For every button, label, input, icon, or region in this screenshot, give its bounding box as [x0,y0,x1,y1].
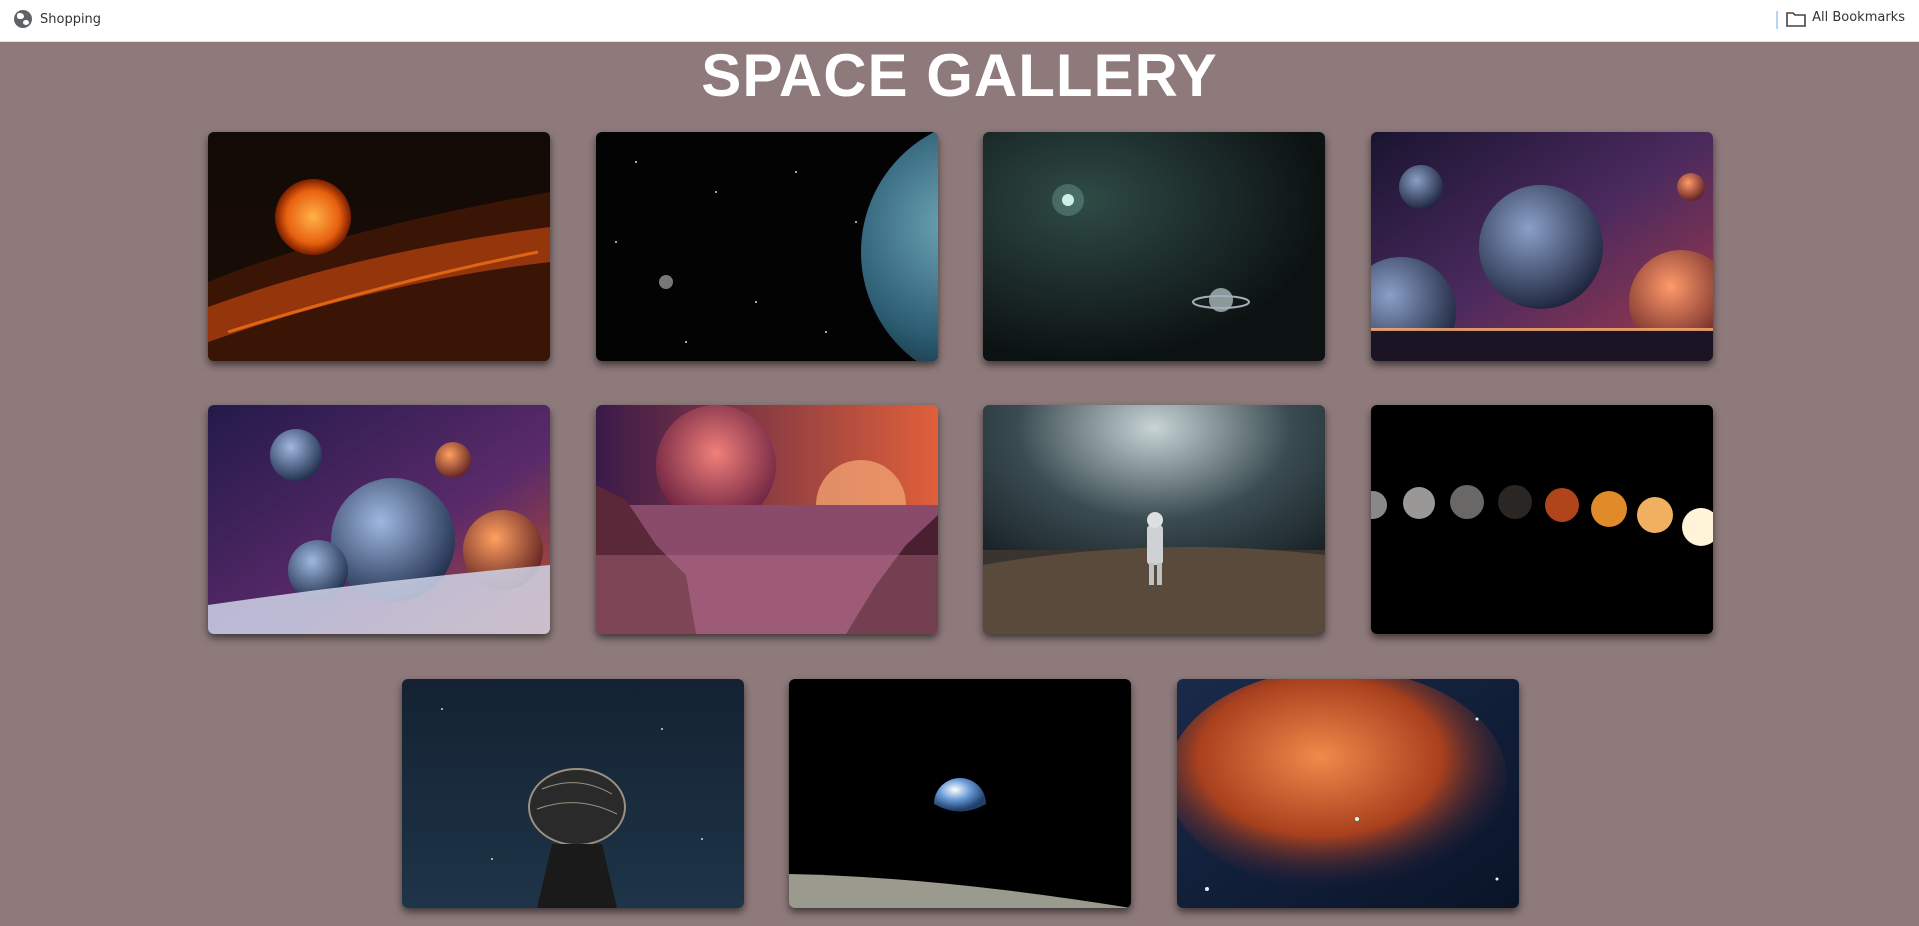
gallery-image-4[interactable] [1371,132,1713,361]
bookmarks-divider [1776,11,1778,29]
all-bookmarks-label: All Bookmarks [1812,10,1905,25]
all-bookmarks-button[interactable]: All Bookmarks [1786,10,1905,27]
gallery-image-2[interactable] [596,132,938,361]
folder-icon [1786,11,1806,27]
gallery-image-10[interactable] [789,679,1131,908]
bookmark-shopping[interactable]: Shopping [14,10,101,28]
bookmark-shopping-label: Shopping [40,11,102,27]
gallery-image-8[interactable] [1371,405,1713,634]
gallery-image-11[interactable] [1177,679,1519,908]
gallery-image-6[interactable] [596,405,938,634]
gallery-image-7[interactable] [983,405,1325,634]
globe-icon [14,10,32,28]
page-title: SPACE GALLERY [701,42,1218,109]
gallery-image-1[interactable] [208,132,550,361]
gallery-image-3[interactable] [983,132,1325,361]
gallery-image-5[interactable] [208,405,550,634]
gallery-image-9[interactable] [402,679,744,908]
bookmarks-bar: Shopping All Bookmarks [0,0,1919,42]
